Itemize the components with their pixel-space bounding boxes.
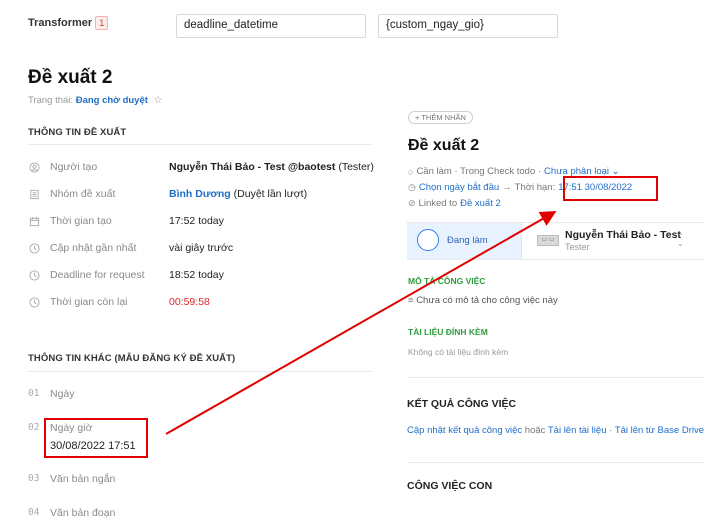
task-status-toggle[interactable]: Đang làm	[407, 223, 522, 259]
description-title: MÔ TẢ CÔNG VIỆC	[408, 276, 486, 286]
task-status-bar: Đang làm ▭ ▭ Nguyễn Thái Bảo - Test Test…	[407, 222, 705, 260]
divider	[407, 377, 705, 378]
divider	[28, 371, 372, 372]
upload-document-link[interactable]: Tải lên tài liệu	[548, 425, 607, 436]
chevron-updown-icon[interactable]: ⌃ ⌄	[677, 233, 684, 248]
menu-icon: ≡	[408, 295, 414, 306]
info-section-title: THÔNG TIN ĐỀ XUẤT	[28, 127, 127, 138]
info-row-updated: Cập nhật gần nhất vài giây trước	[28, 239, 233, 257]
transformer-label: Transformer 1	[28, 16, 109, 30]
status-value-link[interactable]: Đang chờ duyệt	[76, 95, 148, 106]
creator-name[interactable]: Nguyễn Thái Bảo - Test @baotest	[169, 161, 335, 173]
result-actions: Cập nhật kết quả công việc hoặc Tải lên …	[407, 425, 705, 436]
add-tag-button[interactable]: + THÊM NHÃN	[408, 111, 473, 124]
proposal-title: Đề xuất 2	[28, 67, 113, 88]
linked-proposal-link[interactable]: Đề xuất 2	[460, 198, 501, 209]
info-row-group: Nhóm đề xuất Bình Dương (Duyệt lần lượt)	[28, 185, 307, 203]
group-icon	[28, 188, 40, 200]
group-link[interactable]: Bình Dương	[169, 188, 231, 200]
attachments-empty: Không có tài liệu đính kèm	[408, 347, 509, 357]
task-title: Đề xuất 2	[408, 137, 480, 154]
link-icon: ⊘	[408, 198, 416, 208]
transformer-value-input[interactable]: {custom_ngay_gio}	[378, 14, 558, 38]
result-title: KẾT QUẢ CÔNG VIỆC	[407, 398, 517, 410]
info-row-deadline: Deadline for request 18:52 today	[28, 266, 224, 284]
highlight-box-target	[563, 176, 658, 201]
clock-icon	[28, 296, 40, 308]
star-icon[interactable]: ☆	[154, 95, 163, 106]
info-row-remaining: Thời gian còn lại 00:59:58	[28, 293, 210, 311]
clock-icon: ◷	[408, 182, 416, 192]
start-date-link[interactable]: Chọn ngày bắt đầu	[419, 182, 499, 193]
remaining-time: 00:59:58	[169, 296, 210, 308]
description-text[interactable]: ≡ Chưa có mô tả cho công việc này	[408, 295, 558, 306]
update-result-link[interactable]: Cập nhật kết quả công việc	[407, 425, 522, 436]
assignee-name[interactable]: Nguyễn Thái Bảo - Test	[565, 229, 681, 241]
info-row-created: Thời gian tạo 17:52 today	[28, 212, 224, 230]
other-section-title: THÔNG TIN KHÁC (MẪU ĐĂNG KÝ ĐỀ XUẤT)	[28, 353, 236, 364]
info-row-creator: Người tạo Nguyễn Thái Bảo - Test @baotes…	[28, 158, 374, 176]
clock-icon	[28, 269, 40, 281]
task-meta-linked: ⊘ Linked to Đề xuất 2	[408, 198, 501, 209]
divider	[407, 462, 705, 463]
avatar: ▭ ▭	[537, 235, 559, 246]
divider	[28, 144, 372, 145]
assignee-role: Tester	[565, 242, 590, 252]
attachments-title: TÀI LIỆU ĐÍNH KÈM	[408, 327, 488, 337]
upload-drive-link[interactable]: Tải lên từ Base Drive	[615, 425, 704, 436]
highlight-box-source	[44, 418, 148, 458]
proposal-status: Trạng thái: Đang chờ duyệt ☆	[28, 95, 163, 106]
calendar-icon	[28, 215, 40, 227]
subtasks-title: CÔNG VIỆC CON	[407, 480, 493, 492]
transformer-count-badge: 1	[95, 16, 109, 30]
user-icon	[28, 161, 40, 173]
clock-icon	[28, 242, 40, 254]
status-circle-icon: ○	[408, 166, 414, 177]
transformer-field-input[interactable]: deadline_datetime	[176, 14, 366, 38]
status-circle-icon[interactable]	[417, 229, 439, 251]
